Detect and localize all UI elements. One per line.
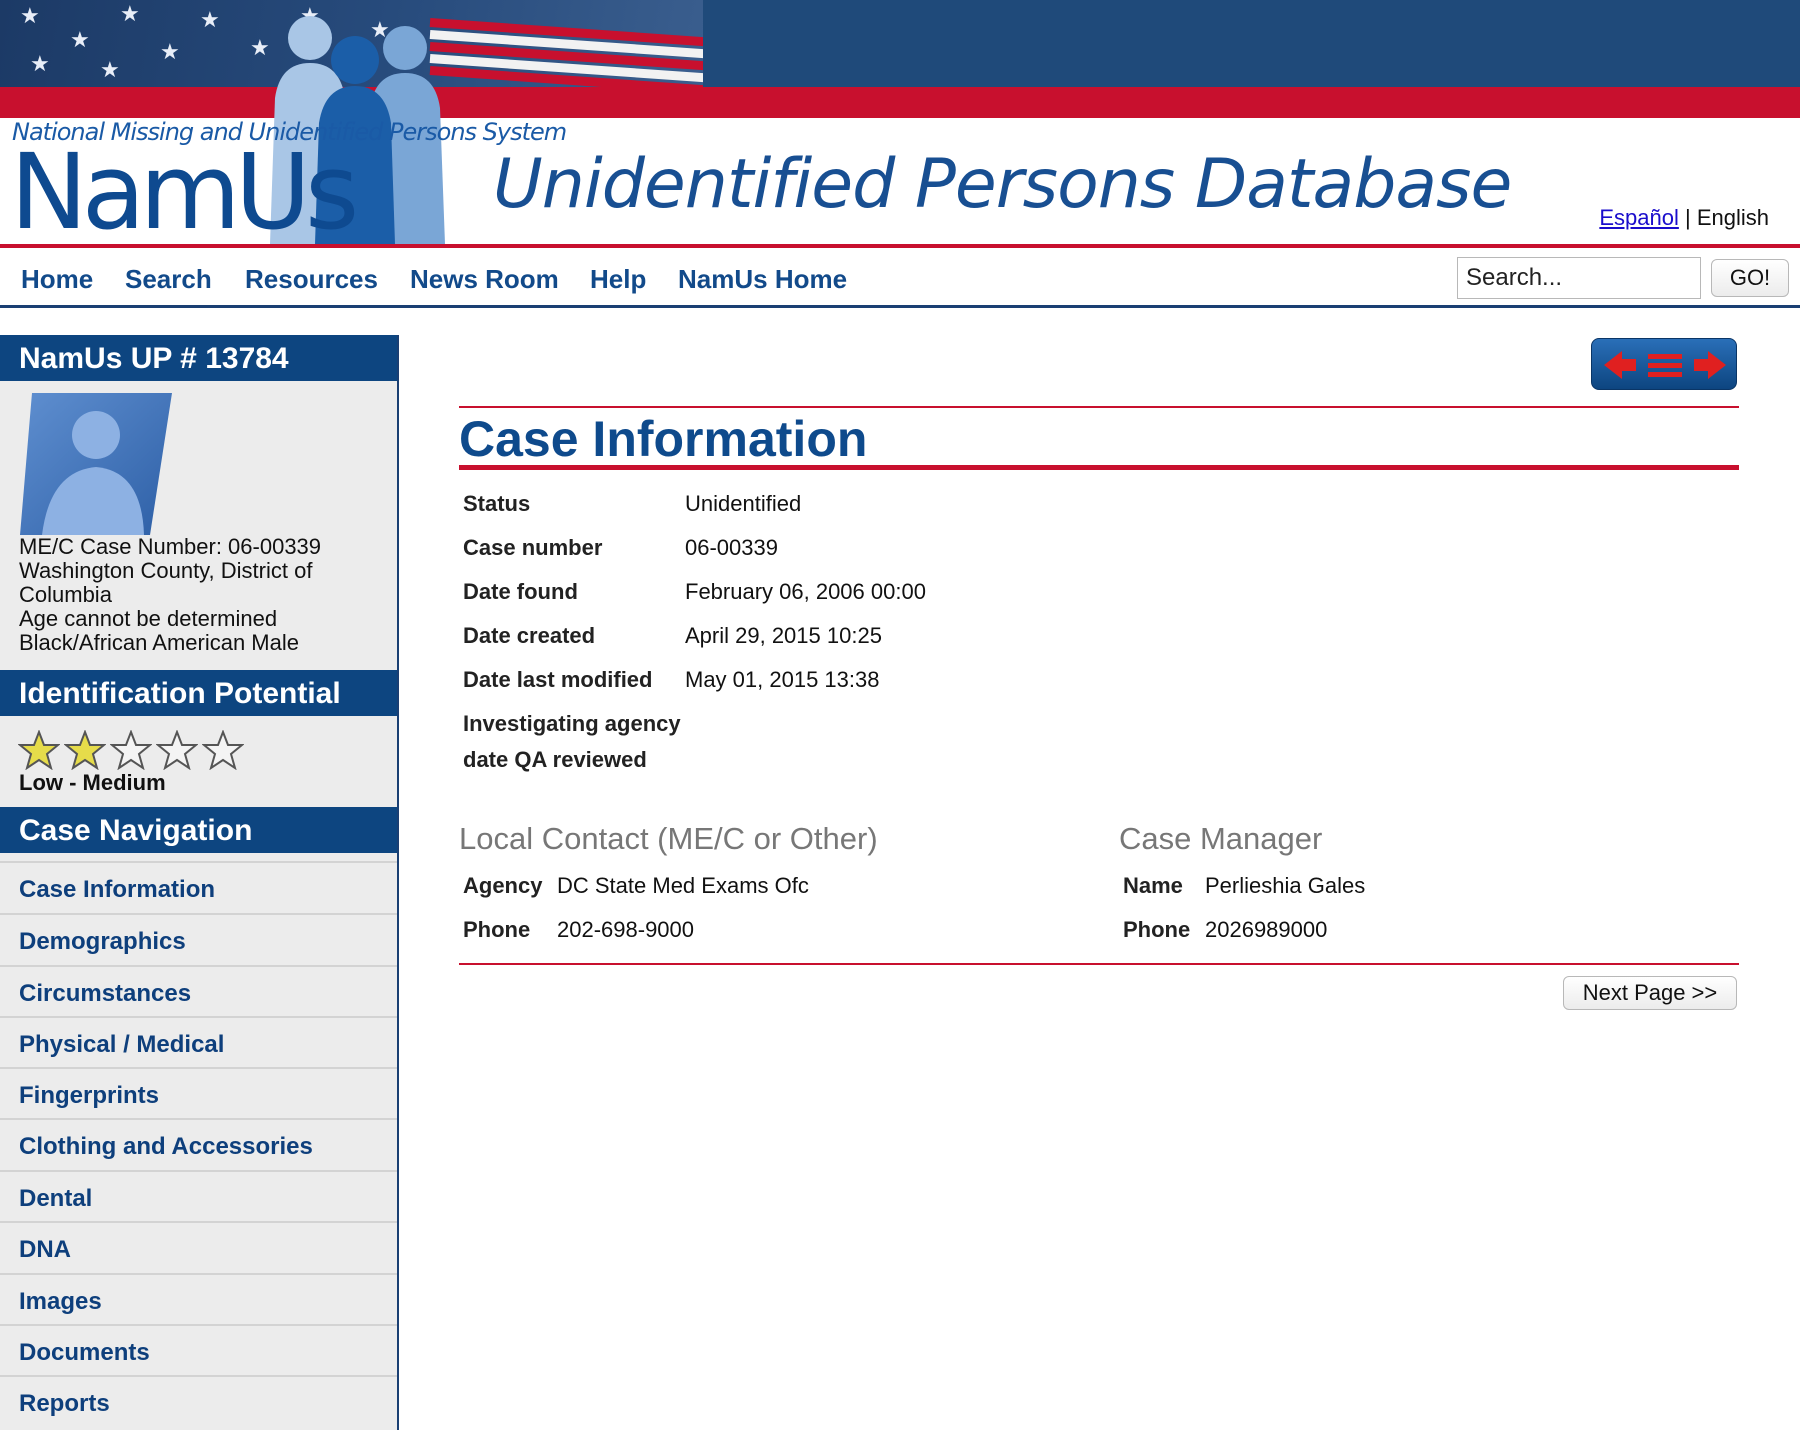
case-location-line-1: Washington County, District of [19,558,313,583]
id-potential-label: Low - Medium [19,770,166,795]
date-created-value: April 29, 2015 10:25 [685,623,882,648]
content-bottom-divider [459,963,1739,965]
title-divider [459,465,1739,470]
investigating-agency-label: Investigating agency [463,711,681,736]
search-input[interactable] [1457,257,1701,299]
manager-phone-value: 2026989000 [1205,917,1328,942]
nav-home[interactable]: Home [21,264,93,295]
case-race-sex: Black/African American Male [19,630,299,655]
agency-value: DC State Med Exams Ofc [557,873,809,898]
id-potential-title: Identification Potential [0,670,397,716]
sidebar-item-demographics[interactable]: Demographics [0,913,397,965]
search-go-button[interactable]: GO! [1711,259,1789,297]
sidebar-item-fingerprints[interactable]: Fingerprints [0,1067,397,1119]
sidebar-item-dental[interactable]: Dental [0,1170,397,1222]
local-phone-label: Phone [463,917,531,942]
date-found-value: February 06, 2006 00:00 [685,579,926,604]
manager-name-label: Name [1123,873,1183,898]
main-top-divider [459,406,1739,408]
nav-search[interactable]: Search [125,264,212,295]
prev-arrow-icon[interactable] [1604,351,1636,379]
star-filled-icon [64,730,106,770]
date-created-label: Date created [463,623,596,648]
mec-case-number: ME/C Case Number: 06-00339 [19,534,322,559]
date-modified-label: Date last modified [463,667,653,692]
status-value: Unidentified [685,491,802,516]
id-potential-rating [18,730,248,770]
case-location-line-2: Columbia [19,582,112,607]
next-page-button[interactable]: Next Page >> [1563,976,1737,1010]
list-icon[interactable] [1648,354,1682,377]
language-switcher: Español | English [1599,205,1769,231]
local-phone-value: 202-698-9000 [557,917,695,942]
sidebar-item-circumstances[interactable]: Circumstances [0,965,397,1017]
case-number-label: Case number [463,535,603,560]
case-number-value: 06-00339 [685,535,778,560]
star-filled-icon [18,730,60,770]
nav-resources[interactable]: Resources [245,264,378,295]
date-modified-value: May 01, 2015 13:38 [685,667,880,692]
sidebar-item-clothing-accessories[interactable]: Clothing and Accessories [0,1118,397,1170]
sidebar-item-reports[interactable]: Reports [0,1375,397,1427]
case-navigation-title: Case Navigation [0,807,397,853]
star-empty-icon [156,730,198,770]
pager-icons [1604,351,1726,379]
sidebar-item-images[interactable]: Images [0,1273,397,1325]
case-sidebar: NamUs UP # 13784 ME/C Case Number: 06-00… [0,335,399,1430]
next-arrow-icon[interactable] [1694,351,1726,379]
case-manager-title: Case Manager [1119,821,1323,856]
lang-separator: | [1685,205,1691,230]
manager-name-value: Perlieshia Gales [1205,873,1366,898]
page-title: Case Information [459,411,868,467]
namus-logo[interactable]: NamUs [10,140,359,244]
star-empty-icon [110,730,152,770]
nav-namus-home[interactable]: NamUs Home [678,264,847,295]
agency-label: Agency [463,873,543,898]
person-placeholder-icon [20,393,172,535]
sidebar-item-case-information[interactable]: Case Information [0,861,397,913]
manager-phone-label: Phone [1123,917,1191,942]
star-empty-icon [202,730,244,770]
case-number-title: NamUs UP # 13784 [0,335,397,381]
sidebar-item-documents[interactable]: Documents [0,1324,397,1376]
database-title: Unidentified Persons Database [493,145,1512,224]
english-label: English [1696,205,1769,230]
nav-help[interactable]: Help [590,264,646,295]
status-label: Status [463,491,531,516]
sidebar-item-dna[interactable]: DNA [0,1221,397,1273]
top-nav: Home Search Resources News Room Help Nam… [0,248,1800,308]
case-age: Age cannot be determined [19,606,278,631]
nav-news-room[interactable]: News Room [410,264,559,295]
sidebar-item-physical-medical[interactable]: Physical / Medical [0,1016,397,1068]
date-found-label: Date found [463,579,578,604]
case-pager-controls [1591,338,1737,390]
qa-reviewed-label: date QA reviewed [463,747,647,772]
local-contact-title: Local Contact (ME/C or Other) [459,821,878,856]
spanish-link[interactable]: Español [1599,205,1679,230]
site-header: ★ ★ ★ ★ ★ ★ ★ ★ ★ ★ ★ National Missing a… [0,0,1800,248]
